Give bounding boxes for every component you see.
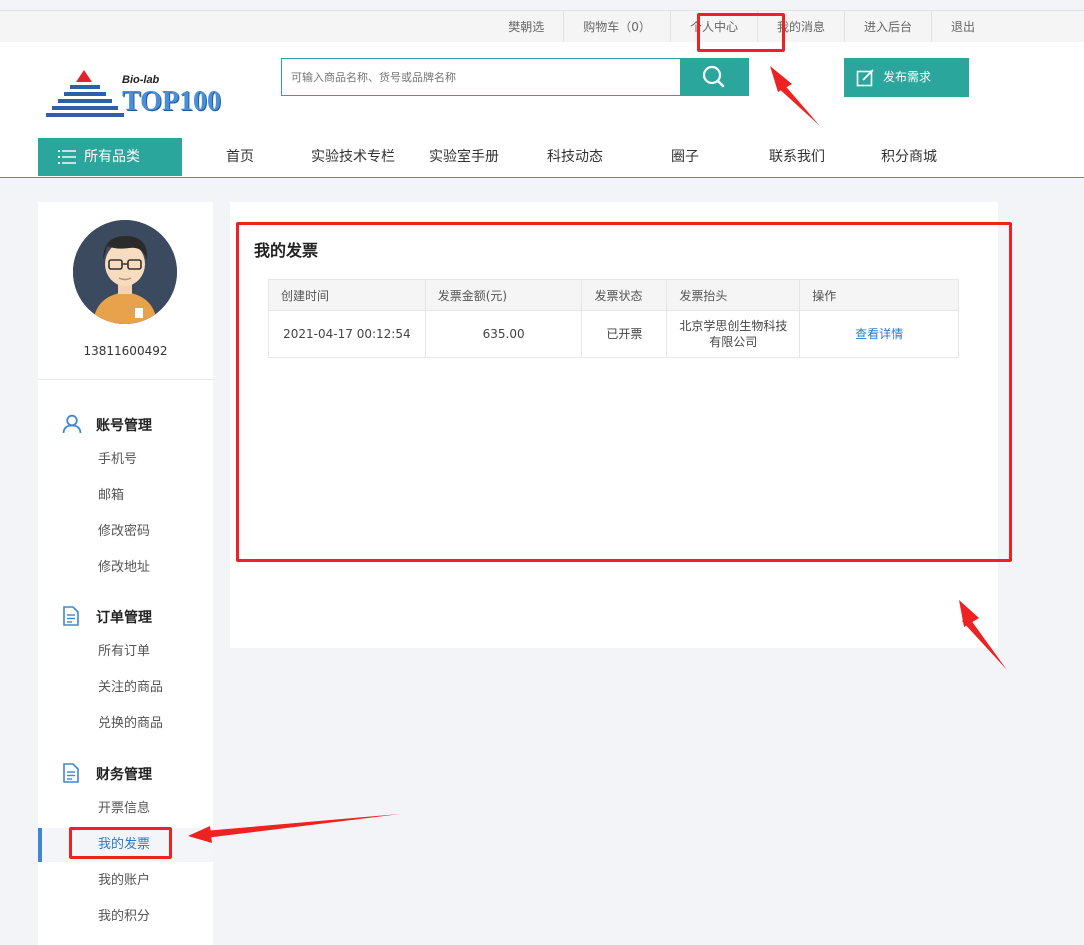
arrow-icon: [959, 600, 1007, 670]
arrow-icon: [770, 66, 820, 126]
arrow-icon: [188, 814, 400, 843]
annotation-arrows: [188, 66, 1007, 843]
